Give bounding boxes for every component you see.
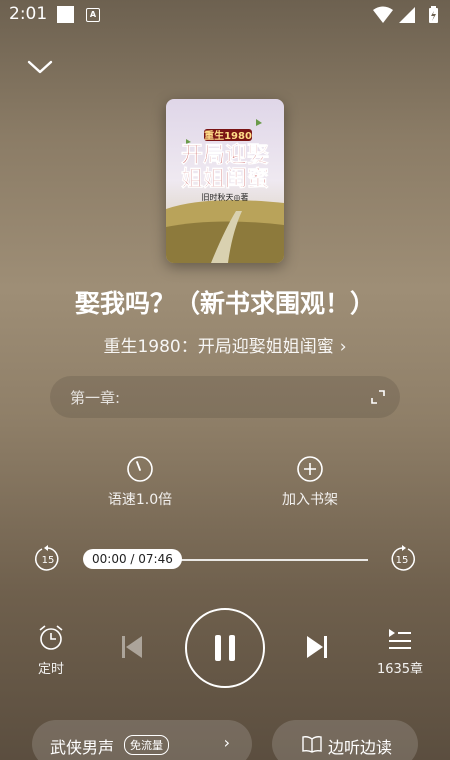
chapter-label: 第一章: xyxy=(70,389,121,407)
rewind-seconds: 15 xyxy=(42,555,55,566)
wifi-icon xyxy=(373,6,393,23)
cover-author: 旧时秋天◎著 xyxy=(202,192,249,202)
collapse-chevron-icon[interactable] xyxy=(26,56,54,78)
signal-icon xyxy=(399,7,415,23)
speedometer-icon xyxy=(127,456,153,482)
free-data-badge: 免流量 xyxy=(124,735,169,755)
next-chapter-button[interactable] xyxy=(305,634,329,664)
add-circle-icon xyxy=(297,456,323,482)
expand-icon[interactable] xyxy=(370,389,386,409)
episode-title: 娶我吗？（新书求围观！） xyxy=(74,289,375,318)
chapter-list-button[interactable]: 1635章 xyxy=(372,626,428,677)
cover-title-line1: 开局迎娶 xyxy=(181,142,269,168)
playlist-icon xyxy=(389,629,411,649)
forward-15-button[interactable]: 15 xyxy=(387,544,417,578)
speed-button[interactable]: 语速1.0倍 xyxy=(80,455,200,509)
book-cover: 重生1980 开局迎娶 姐姐闺蜜 旧时秋天◎著 xyxy=(166,99,284,263)
chapters-label: 1635章 xyxy=(376,662,424,677)
add-shelf-label: 加入书架 xyxy=(282,492,338,508)
status-time: 2:01 xyxy=(9,4,48,24)
cover-title-line2: 姐姐闺蜜 xyxy=(181,166,269,192)
progress-time[interactable]: 00:00 / 07:46 xyxy=(83,549,182,569)
forward-icon: 15 xyxy=(391,545,415,571)
notification-app-icon: A xyxy=(86,8,100,22)
audio-player-screen: 2:01 A 重生1980 开局迎娶 姐姐闺蜜 旧时秋天◎著 娶我吗？（新书求围… xyxy=(0,0,450,760)
open-book-icon xyxy=(302,736,322,753)
pause-button[interactable] xyxy=(185,608,265,688)
status-icons xyxy=(371,5,443,29)
skip-previous-icon xyxy=(122,636,142,658)
alarm-clock-icon xyxy=(39,625,63,650)
pause-icon xyxy=(215,635,235,661)
voice-name: 武侠男声 xyxy=(50,738,115,757)
voice-selector[interactable]: 武侠男声 免流量 › xyxy=(32,720,252,760)
chevron-right-icon: › xyxy=(339,337,347,357)
chevron-right-icon: › xyxy=(223,733,230,752)
book-title-link[interactable]: 重生1980：开局迎娶姐姐闺蜜 › xyxy=(0,332,450,357)
previous-chapter-button[interactable] xyxy=(120,634,144,664)
progress-row: 15 00:00 / 07:46 15 xyxy=(0,540,450,580)
rewind-icon: 15 xyxy=(35,545,59,571)
chapter-selector[interactable]: 第一章: xyxy=(50,376,400,418)
add-to-shelf-button[interactable]: 加入书架 xyxy=(250,455,370,509)
listen-and-read-button[interactable]: 边听边读 xyxy=(272,720,418,760)
notification-square-icon xyxy=(57,6,74,23)
cover-series-text: 重生1980 xyxy=(204,129,252,142)
battery-icon xyxy=(429,6,438,23)
forward-seconds: 15 xyxy=(396,555,409,566)
book-title: 重生1980：开局迎娶姐姐闺蜜 xyxy=(103,337,334,357)
timer-button[interactable]: 定时 xyxy=(28,624,74,677)
listen-read-label: 边听边读 xyxy=(328,738,393,757)
timer-label: 定时 xyxy=(37,662,64,677)
skip-next-icon xyxy=(307,636,327,658)
status-bar: 2:01 A xyxy=(0,0,450,30)
rewind-15-button[interactable]: 15 xyxy=(33,544,63,578)
speed-label: 语速1.0倍 xyxy=(107,492,173,508)
